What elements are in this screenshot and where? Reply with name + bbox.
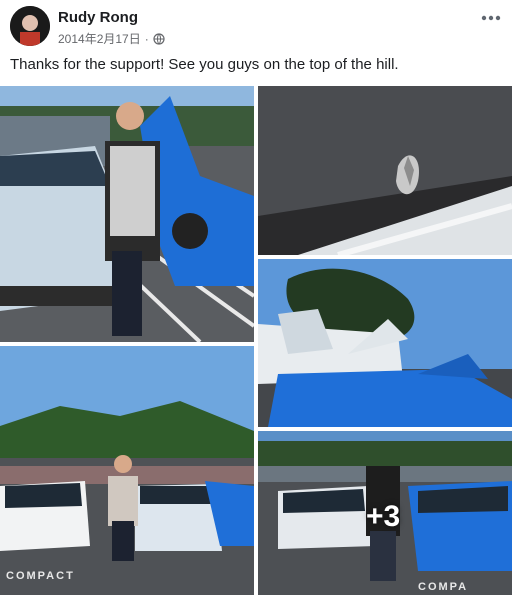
photo-1[interactable] xyxy=(0,86,254,342)
photo-2[interactable] xyxy=(258,86,512,255)
author-name[interactable]: Rudy Rong xyxy=(58,9,138,26)
post-meta: 2014年2月17日 · xyxy=(58,30,165,47)
post-header: Rudy Rong 2014年2月17日 · xyxy=(0,0,512,50)
meta-separator: · xyxy=(144,31,149,46)
more-options-icon[interactable] xyxy=(480,10,502,21)
parking-label: COMPA xyxy=(418,581,469,593)
avatar[interactable] xyxy=(10,6,50,46)
photo-4[interactable] xyxy=(258,259,512,427)
photo-3[interactable]: COMPACT xyxy=(0,346,254,595)
post-text: Thanks for the support! See you guys on … xyxy=(10,56,399,73)
globe-icon xyxy=(153,32,165,45)
parking-label: COMPACT xyxy=(6,570,75,582)
post-date[interactable]: 2014年2月17日 xyxy=(58,30,141,47)
more-photos-count[interactable]: +3 xyxy=(366,500,400,534)
